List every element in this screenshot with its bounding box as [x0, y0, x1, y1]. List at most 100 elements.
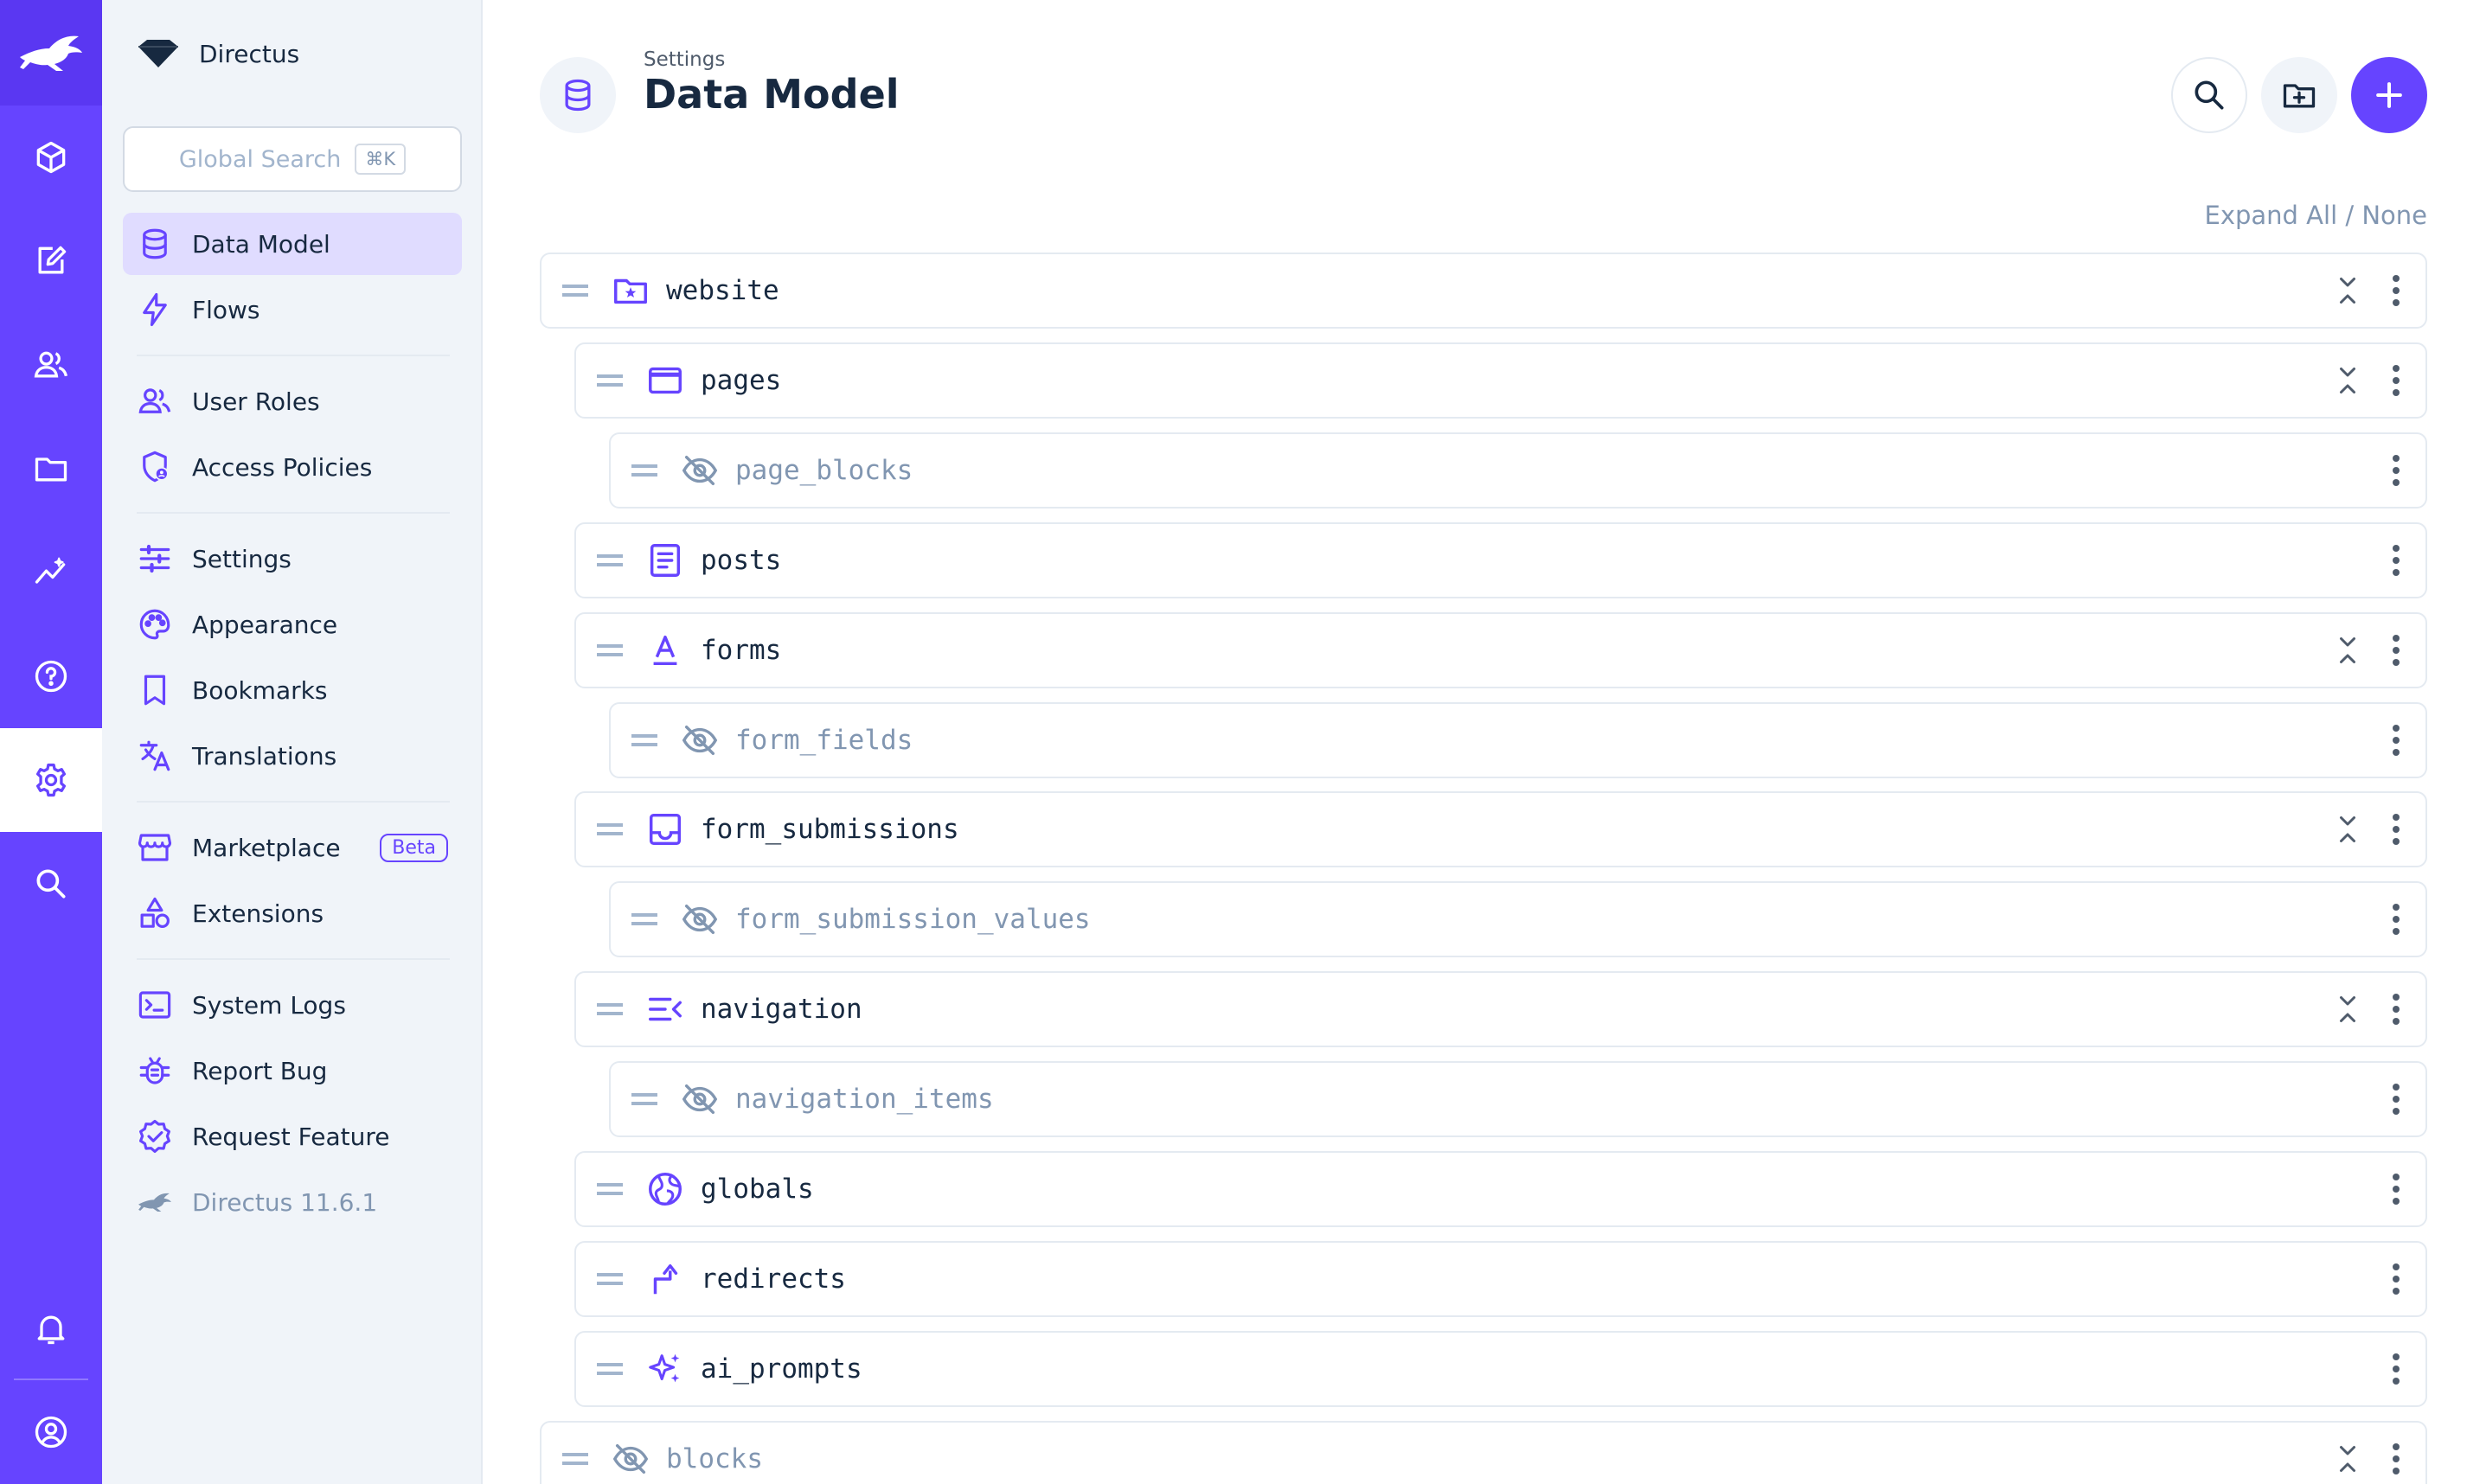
- more-options-icon[interactable]: [2393, 904, 2400, 935]
- global-search[interactable]: Global Search ⌘K: [123, 126, 462, 192]
- collapse-toggle-icon[interactable]: [2332, 812, 2363, 847]
- more-options-icon[interactable]: [2393, 1174, 2400, 1205]
- storefront-icon: [138, 834, 172, 861]
- visibility-off-icon: [682, 725, 718, 756]
- files-module-button[interactable]: [0, 417, 102, 521]
- collection-row-globals[interactable]: globals: [574, 1151, 2427, 1227]
- users-module-button[interactable]: [0, 313, 102, 417]
- drag-handle-icon[interactable]: [597, 554, 623, 566]
- collection-row-posts[interactable]: posts: [574, 522, 2427, 598]
- database-icon: [143, 228, 167, 259]
- more-options-icon[interactable]: [2393, 1084, 2400, 1115]
- collection-name: redirects: [701, 1263, 846, 1295]
- drag-handle-icon[interactable]: [597, 1003, 623, 1015]
- search-module-button[interactable]: [0, 832, 102, 936]
- collapse-toggle-icon[interactable]: [2332, 633, 2363, 668]
- more-options-icon[interactable]: [2393, 725, 2400, 756]
- editor-module-button[interactable]: [0, 209, 102, 313]
- nav-item-extensions[interactable]: Extensions: [123, 882, 462, 944]
- nav-divider: [137, 355, 450, 356]
- create-collection-button[interactable]: [2351, 57, 2427, 133]
- nav-item-label: Translations: [192, 741, 337, 771]
- drag-handle-icon[interactable]: [631, 734, 657, 746]
- nav-item-flows[interactable]: Flows: [123, 278, 462, 341]
- drag-handle-icon[interactable]: [562, 1453, 588, 1465]
- breadcrumb[interactable]: Settings: [644, 48, 725, 71]
- more-options-icon[interactable]: [2393, 1443, 2400, 1474]
- drag-handle-icon[interactable]: [597, 374, 623, 387]
- more-options-icon[interactable]: [2393, 814, 2400, 845]
- notifications-button[interactable]: [0, 1276, 102, 1380]
- drag-handle-icon[interactable]: [597, 823, 623, 835]
- drag-handle-icon[interactable]: [597, 1183, 623, 1195]
- collection-row-blocks[interactable]: blocks: [540, 1421, 2427, 1484]
- insights-module-button[interactable]: [0, 521, 102, 624]
- more-options-icon[interactable]: [2393, 635, 2400, 666]
- nav-item-user-roles[interactable]: User Roles: [123, 370, 462, 432]
- more-options-icon[interactable]: [2393, 994, 2400, 1025]
- collection-row-navigation[interactable]: navigation: [574, 971, 2427, 1047]
- nav-item-version[interactable]: Directus 11.6.1: [123, 1171, 462, 1233]
- nav-item-translations[interactable]: Translations: [123, 725, 462, 787]
- add-icon: [2376, 82, 2402, 108]
- drag-handle-icon[interactable]: [597, 1273, 623, 1285]
- format-text-icon: [653, 635, 677, 666]
- nav-item-report-bug[interactable]: Report Bug: [123, 1039, 462, 1102]
- collection-row-form-submissions[interactable]: form_submissions: [574, 791, 2427, 867]
- project-info[interactable]: Directus: [137, 35, 299, 73]
- collection-name: form_submission_values: [735, 904, 1091, 935]
- collection-row-page-blocks[interactable]: page_blocks: [609, 432, 2427, 509]
- settings-module-button[interactable]: [0, 728, 102, 832]
- nav-divider: [137, 512, 450, 514]
- collection-row-pages[interactable]: pages: [574, 342, 2427, 419]
- drag-handle-icon[interactable]: [631, 1093, 657, 1105]
- version-label: Directus 11.6.1: [192, 1187, 378, 1217]
- drag-handle-icon[interactable]: [562, 285, 588, 297]
- globe-icon: [649, 1173, 682, 1206]
- collection-row-website[interactable]: website: [540, 253, 2427, 329]
- collapse-toggle-icon[interactable]: [2332, 1442, 2363, 1476]
- nav-item-data-model[interactable]: Data Model: [123, 213, 462, 275]
- collection-row-redirects[interactable]: redirects: [574, 1241, 2427, 1317]
- more-options-icon[interactable]: [2393, 545, 2400, 576]
- inbox-icon: [649, 813, 682, 846]
- collection-row-forms[interactable]: forms: [574, 612, 2427, 688]
- search-button[interactable]: [2171, 57, 2247, 133]
- collection-name: navigation_items: [735, 1084, 994, 1115]
- collection-row-ai-prompts[interactable]: ai_prompts: [574, 1331, 2427, 1407]
- content-module-button[interactable]: [0, 106, 102, 209]
- drag-handle-icon[interactable]: [597, 1363, 623, 1375]
- module-bar: [0, 0, 102, 1484]
- collection-row-form-fields[interactable]: form_fields: [609, 702, 2427, 778]
- account-button[interactable]: [0, 1380, 102, 1484]
- search-shortcut-badge: ⌘K: [355, 144, 407, 175]
- nav-item-marketplace[interactable]: Marketplace Beta: [123, 816, 462, 879]
- nav-item-access-policies[interactable]: Access Policies: [123, 436, 462, 498]
- help-module-button[interactable]: [0, 624, 102, 728]
- collection-row-navigation-items[interactable]: navigation_items: [609, 1061, 2427, 1137]
- expand-all-toggle[interactable]: Expand All / None: [2205, 201, 2428, 230]
- project-name: Directus: [199, 39, 300, 68]
- nav-item-bookmarks[interactable]: Bookmarks: [123, 659, 462, 721]
- collapse-toggle-icon[interactable]: [2332, 992, 2363, 1027]
- nav-item-request-feature[interactable]: Request Feature: [123, 1105, 462, 1167]
- drag-handle-icon[interactable]: [631, 464, 657, 477]
- nav-item-system-logs[interactable]: System Logs: [123, 974, 462, 1036]
- directus-logo[interactable]: [0, 0, 102, 106]
- more-options-icon[interactable]: [2393, 275, 2400, 306]
- collapse-toggle-icon[interactable]: [2332, 273, 2363, 308]
- collection-row-form-submission-values[interactable]: form_submission_values: [609, 881, 2427, 957]
- more-options-icon[interactable]: [2393, 455, 2400, 486]
- nav-item-settings[interactable]: Settings: [123, 528, 462, 590]
- drag-handle-icon[interactable]: [631, 913, 657, 925]
- more-options-icon[interactable]: [2393, 365, 2400, 396]
- more-options-icon[interactable]: [2393, 1353, 2400, 1385]
- nav-divider: [137, 801, 450, 803]
- nav-item-appearance[interactable]: Appearance: [123, 593, 462, 656]
- more-options-icon[interactable]: [2393, 1263, 2400, 1295]
- drag-handle-icon[interactable]: [597, 644, 623, 656]
- collapse-toggle-icon[interactable]: [2332, 363, 2363, 398]
- create-folder-button[interactable]: [2261, 57, 2337, 133]
- nav-divider: [137, 958, 450, 960]
- bolt-icon: [143, 292, 167, 327]
